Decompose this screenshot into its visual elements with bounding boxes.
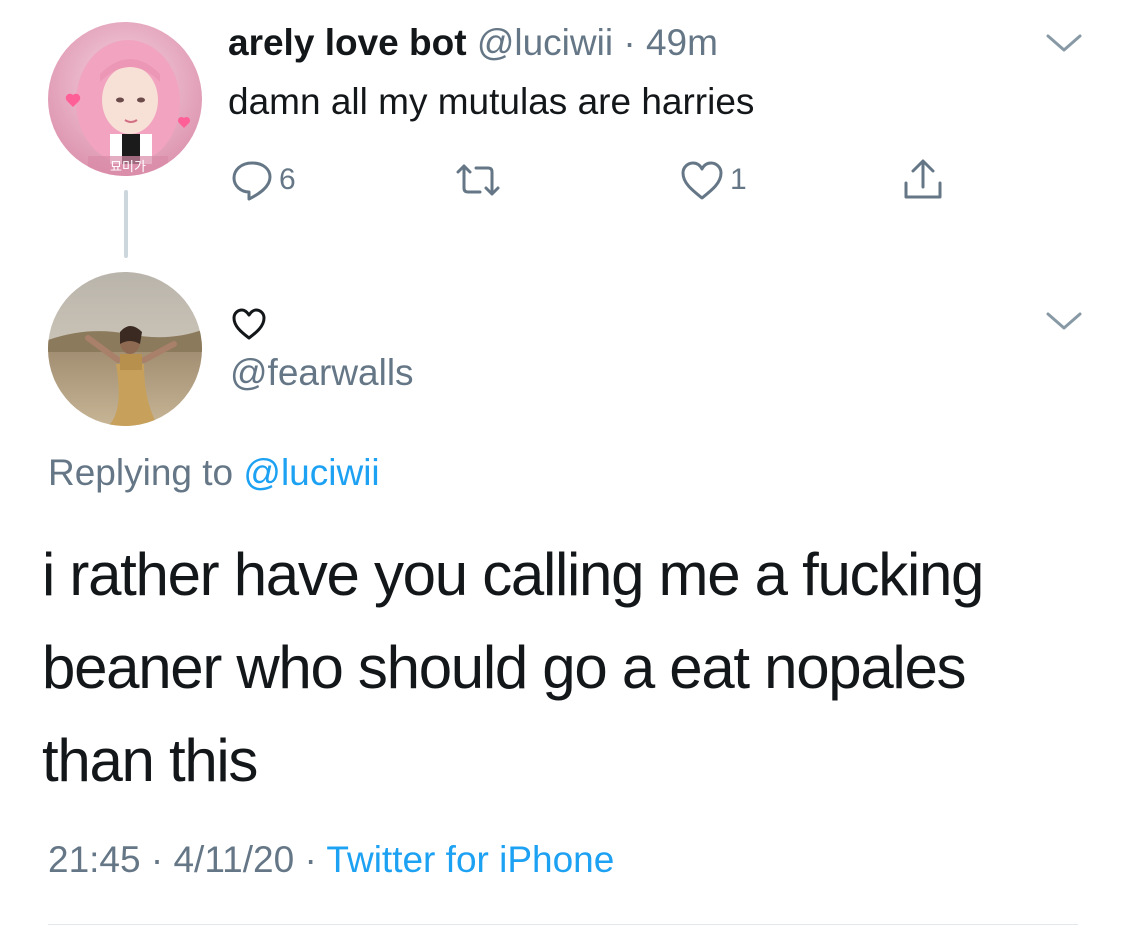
like-count: 1 — [730, 163, 747, 196]
retweet-button[interactable] — [452, 158, 508, 202]
share-icon — [900, 157, 946, 203]
like-button[interactable]: 1 — [678, 158, 747, 202]
footer-separator: · — [304, 839, 317, 880]
reply-text-line: i rather have you calling me a fucking — [42, 541, 984, 608]
reply-tweet-text: i rather have you calling me a fucking b… — [42, 528, 1102, 807]
footer-separator: · — [150, 839, 164, 880]
tweet-source-link[interactable]: Twitter for iPhone — [326, 839, 614, 880]
reply-more-chevron-icon[interactable] — [1044, 308, 1084, 336]
reply-avatar[interactable] — [48, 272, 202, 426]
parent-avatar[interactable]: 묘미가 — [48, 22, 202, 176]
divider — [48, 924, 1078, 925]
retweet-icon — [452, 158, 504, 202]
share-button[interactable] — [900, 158, 946, 202]
heart-icon — [678, 158, 726, 202]
header-separator: · — [623, 22, 636, 63]
timestamp-date[interactable]: 4/11/20 — [173, 839, 294, 880]
replying-mention-link[interactable]: @luciwii — [243, 452, 379, 493]
replying-prefix: Replying to — [48, 452, 234, 493]
reply-handle[interactable]: @fearwalls — [230, 350, 414, 396]
parent-display-name[interactable]: arely love bot — [228, 22, 467, 63]
reply-text-line: than this — [42, 727, 258, 794]
parent-handle[interactable]: @luciwii — [477, 22, 613, 63]
avatar-overlay-text: 묘미가 — [110, 160, 146, 175]
thread-connector-line — [124, 190, 128, 258]
replying-to-line: Replying to @luciwii — [48, 450, 380, 496]
reply-button[interactable]: 6 — [229, 158, 296, 202]
timestamp-time[interactable]: 21:45 — [48, 839, 141, 880]
reply-count: 6 — [279, 163, 296, 196]
tweet-timestamp-footer: 21:45 · 4/11/20 · Twitter for iPhone — [48, 836, 614, 884]
parent-more-chevron-icon[interactable] — [1044, 30, 1084, 58]
reply-icon — [229, 158, 275, 202]
parent-time-ago[interactable]: 49m — [646, 22, 718, 63]
reply-text-line: beaner who should go a eat nopales — [42, 634, 967, 701]
parent-tweet-header: arely love bot @luciwii · 49m — [228, 20, 718, 66]
parent-tweet-text: damn all my mutulas are harries — [228, 81, 755, 122]
display-name-heart-icon — [230, 306, 268, 347]
